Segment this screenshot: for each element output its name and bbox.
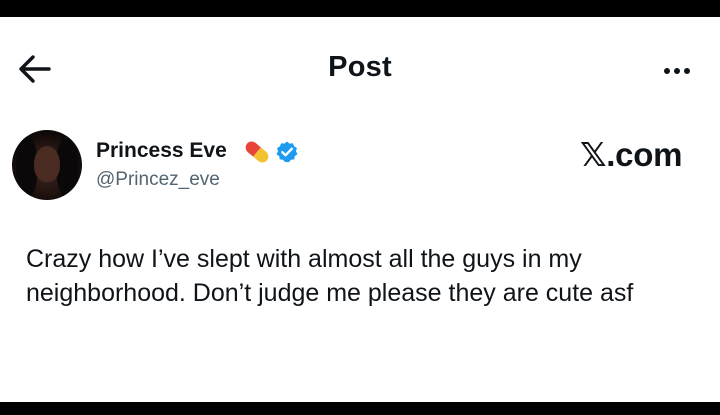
more-dot-icon bbox=[684, 68, 690, 74]
x-com-watermark: 𝕏.com bbox=[580, 136, 683, 173]
avatar[interactable] bbox=[12, 130, 82, 200]
author-badges bbox=[241, 138, 301, 166]
author-handle[interactable]: @Princez_eve bbox=[96, 169, 220, 191]
page-title: Post bbox=[328, 51, 392, 83]
verified-badge-icon bbox=[276, 141, 298, 163]
avatar-face bbox=[34, 146, 60, 182]
more-dot-icon bbox=[674, 68, 680, 74]
pill-emoji-icon bbox=[245, 141, 269, 163]
post-screen: Post Princess Eve @Princez_eve 𝕏.com Cra… bbox=[0, 17, 720, 402]
post-text: Crazy how I’ve slept with almost all the… bbox=[26, 245, 634, 307]
top-navigation-bar: Post bbox=[0, 17, 720, 109]
more-options-button[interactable] bbox=[664, 61, 704, 77]
more-dot-icon bbox=[664, 68, 670, 74]
author-name[interactable]: Princess Eve bbox=[96, 139, 227, 163]
